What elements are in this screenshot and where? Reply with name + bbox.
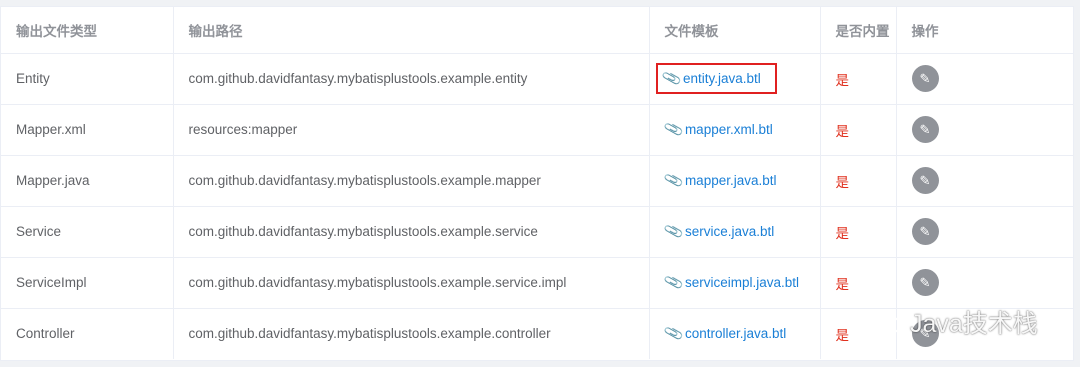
cell-type: Service xyxy=(1,206,174,258)
cell-builtin: 是 xyxy=(820,206,897,258)
cell-builtin: 是 xyxy=(820,155,897,207)
cell-actions: ✎ xyxy=(896,53,1073,105)
edit-pencil-icon: ✎ xyxy=(919,172,931,188)
cell-path: com.github.davidfantasy.mybatisplustools… xyxy=(173,308,650,359)
edit-button[interactable]: ✎ xyxy=(911,218,939,245)
edit-button[interactable]: ✎ xyxy=(911,65,939,92)
edit-pencil-icon: ✎ xyxy=(919,223,931,239)
table-header-row: 输出文件类型 输出路径 文件模板 是否内置 操作 xyxy=(1,7,1073,54)
cell-type: Mapper.xml xyxy=(1,104,174,156)
template-link-label: entity.java.btl xyxy=(682,71,761,86)
builtin-value: 是 xyxy=(835,276,850,292)
cell-builtin: 是 xyxy=(820,257,897,309)
paperclip-icon: 📎 xyxy=(662,322,684,344)
template-link[interactable]: 📎 entity.java.btl xyxy=(655,63,777,94)
template-link[interactable]: 📎 controller.java.btl xyxy=(662,322,787,344)
edit-button[interactable]: ✎ xyxy=(911,167,939,194)
cell-path: resources:mapper xyxy=(173,104,650,156)
col-header-template: 文件模板 xyxy=(649,7,821,54)
cell-template: 📎 controller.java.btl xyxy=(649,308,821,359)
cell-path: com.github.davidfantasy.mybatisplustools… xyxy=(173,155,650,207)
col-header-actions: 操作 xyxy=(896,7,1073,54)
cell-path: com.github.davidfantasy.mybatisplustools… xyxy=(173,206,650,258)
template-link-label: service.java.btl xyxy=(684,224,775,239)
template-link-label: mapper.java.btl xyxy=(684,173,777,188)
builtin-value: 是 xyxy=(835,174,850,190)
cell-path: com.github.davidfantasy.mybatisplustools… xyxy=(173,53,650,105)
template-link[interactable]: 📎 service.java.btl xyxy=(662,220,775,242)
builtin-value: 是 xyxy=(835,225,850,241)
template-link[interactable]: 📎 serviceimpl.java.btl xyxy=(662,271,799,293)
cell-template: 📎 service.java.btl xyxy=(649,206,821,258)
table-row: ServiceImpl com.github.davidfantasy.myba… xyxy=(1,257,1073,309)
table-row: Mapper.xml resources:mapper 📎 mapper.xml… xyxy=(1,104,1073,156)
paperclip-icon: 📎 xyxy=(662,271,684,293)
table-row: Service com.github.davidfantasy.mybatisp… xyxy=(1,206,1073,258)
cell-builtin: 是 xyxy=(820,104,897,156)
builtin-value: 是 xyxy=(835,72,850,88)
cell-template: 📎 serviceimpl.java.btl xyxy=(649,257,821,309)
watermark-text: Java技术栈 xyxy=(910,310,1038,338)
watermark: Java技术栈 xyxy=(868,304,1038,340)
cell-type: Controller xyxy=(1,308,174,359)
cell-type: Mapper.java xyxy=(1,155,174,207)
edit-pencil-icon: ✎ xyxy=(919,274,931,290)
edit-button[interactable]: ✎ xyxy=(911,116,939,143)
cell-path: com.github.davidfantasy.mybatisplustools… xyxy=(173,257,650,309)
cell-builtin: 是 xyxy=(820,53,897,105)
cell-actions: ✎ xyxy=(896,104,1073,156)
paperclip-icon: 📎 xyxy=(662,169,684,191)
paperclip-icon: 📎 xyxy=(660,67,682,89)
cell-template: 📎 mapper.java.btl xyxy=(649,155,821,207)
col-header-builtin: 是否内置 xyxy=(820,7,897,54)
cell-template: 📎 mapper.xml.btl xyxy=(649,104,821,156)
cell-template: 📎 entity.java.btl xyxy=(649,53,821,105)
builtin-value: 是 xyxy=(835,123,850,139)
paperclip-icon: 📎 xyxy=(662,118,684,140)
cell-actions: ✎ xyxy=(896,206,1073,258)
template-link-label: controller.java.btl xyxy=(684,326,787,342)
paperclip-icon: 📎 xyxy=(662,220,684,242)
template-link[interactable]: 📎 mapper.java.btl xyxy=(662,169,777,191)
col-header-type: 输出文件类型 xyxy=(1,7,174,54)
edit-pencil-icon: ✎ xyxy=(919,121,931,137)
cell-type: Entity xyxy=(1,53,174,105)
table-row: Entity com.github.davidfantasy.mybatispl… xyxy=(1,53,1073,105)
template-link-label: serviceimpl.java.btl xyxy=(684,275,799,290)
col-header-path: 输出路径 xyxy=(173,7,650,54)
edit-pencil-icon: ✎ xyxy=(919,70,931,86)
builtin-value: 是 xyxy=(835,327,850,343)
cell-type: ServiceImpl xyxy=(1,257,174,309)
table-row: Mapper.java com.github.davidfantasy.myba… xyxy=(1,155,1073,207)
wechat-icon xyxy=(869,309,901,334)
cell-actions: ✎ xyxy=(896,257,1073,309)
cell-actions: ✎ xyxy=(896,155,1073,207)
edit-button[interactable]: ✎ xyxy=(911,269,939,296)
template-link-label: mapper.xml.btl xyxy=(684,122,773,137)
template-link[interactable]: 📎 mapper.xml.btl xyxy=(662,118,773,140)
